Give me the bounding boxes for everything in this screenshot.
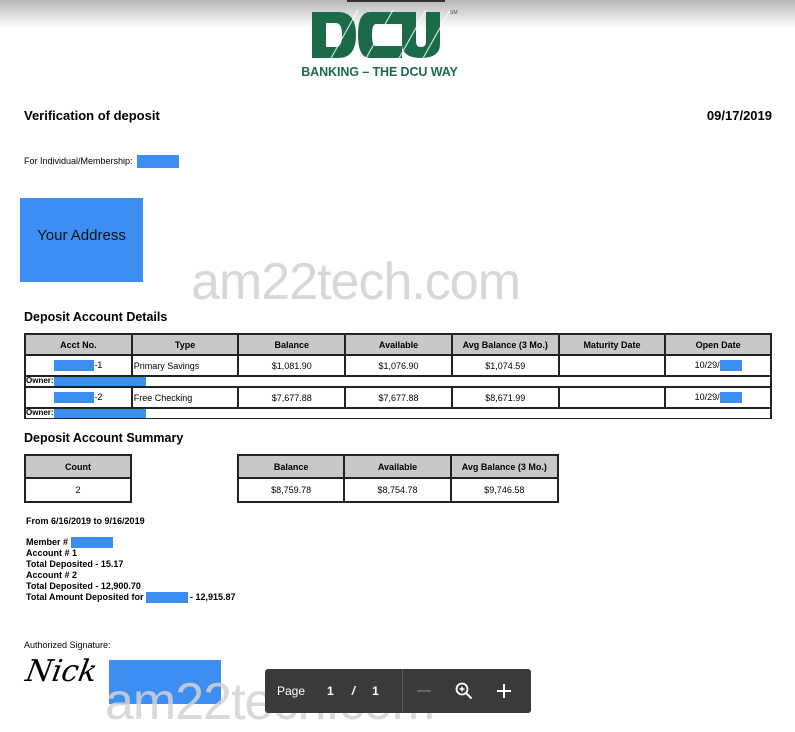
col-balance: Balance <box>236 454 346 479</box>
col-open-date: Open Date <box>664 333 772 356</box>
total-balance-cell: $8,759.78 <box>236 477 346 503</box>
table-row: -1 Primary Savings $1,081.90 $1,076.90 $… <box>24 354 772 377</box>
plus-icon <box>496 684 511 698</box>
col-count: Count <box>24 454 132 479</box>
period-line: From 6/16/2019 to 9/16/2019 <box>26 516 145 526</box>
open-date-cell: 10/29/ <box>664 386 772 409</box>
open-date-partial: 10/29/ <box>694 359 720 370</box>
owner-row: Owner: <box>24 375 772 388</box>
total-avg-balance-cell: $9,746.58 <box>449 477 560 503</box>
redacted-signature <box>109 660 221 704</box>
maturity-cell <box>557 386 667 409</box>
col-avg-balance: Avg Balance (3 Mo.) <box>449 454 560 479</box>
magnifier-plus-icon <box>455 682 472 700</box>
col-maturity-date: Maturity Date <box>557 333 667 356</box>
deposit-summary-text: From 6/16/2019 to 9/16/2019 Member # Acc… <box>26 516 236 604</box>
minus-icon <box>416 690 431 692</box>
signature-label: Authorized Signature: <box>24 640 111 650</box>
grand-total-line: Total Amount Deposited for - 12,915.87 <box>26 592 236 604</box>
available-cell: $7,677.88 <box>344 386 453 409</box>
acct-no-cell: -1 <box>24 354 133 377</box>
current-page-input[interactable]: 1 <box>327 684 334 698</box>
redacted-owner <box>53 409 146 418</box>
col-balance: Balance <box>237 333 347 356</box>
redacted-name <box>145 592 188 604</box>
document-title: Verification of deposit <box>24 108 160 123</box>
summary-values-table: Balance Available Avg Balance (3 Mo.) $8… <box>236 454 560 503</box>
zoom-out-button[interactable] <box>404 669 444 713</box>
account2-line: Account # 2 <box>26 570 78 581</box>
membership-label: For Individual/Membership: <box>24 155 133 166</box>
col-avg-balance: Avg Balance (3 Mo.) <box>450 333 560 356</box>
total2-line: Total Deposited - 12,900.70 <box>26 581 141 592</box>
zoom-in-button[interactable] <box>484 669 524 713</box>
service-mark: SM <box>450 10 458 16</box>
owner-row: Owner: <box>24 407 772 419</box>
total1-line: Total Deposited - 15.17 <box>26 559 124 570</box>
account1-line: Account # 1 <box>26 548 78 559</box>
owner-cell: Owner: <box>24 407 772 419</box>
acct-suffix: -1 <box>94 359 103 370</box>
redacted-acct-no <box>54 392 95 404</box>
type-cell: Free Checking <box>130 386 240 409</box>
redacted-acct-no <box>54 360 95 372</box>
col-available: Available <box>344 333 453 356</box>
col-acct-no: Acct No. <box>24 333 133 356</box>
table-row: -2 Free Checking $7,677.88 $7,677.88 $8,… <box>24 386 772 409</box>
summary-count-table: Count 2 <box>24 454 132 503</box>
watermark: am22tech.com <box>191 253 521 311</box>
redacted-owner <box>53 377 146 386</box>
zoom-fit-button[interactable] <box>444 669 484 713</box>
redacted-year <box>719 392 742 404</box>
maturity-cell <box>557 354 667 377</box>
summary-title: Deposit Account Summary <box>24 431 184 445</box>
dcu-logo-mark <box>312 10 450 60</box>
owner-cell: Owner: <box>24 375 772 388</box>
document-date: 09/17/2019 <box>706 108 772 123</box>
avg-balance-cell: $8,671.99 <box>450 386 560 409</box>
balance-cell: $1,081.90 <box>237 354 347 377</box>
redacted-membership <box>137 155 180 168</box>
address-box: Your Address <box>20 198 143 282</box>
total-available-cell: $8,754.78 <box>343 477 452 503</box>
open-date-cell: 10/29/ <box>664 354 772 377</box>
open-date-partial: 10/29/ <box>694 391 720 402</box>
col-type: Type <box>130 333 240 356</box>
available-cell: $1,076.90 <box>344 354 453 377</box>
pdf-viewer-toolbar: Page 1 / 1 <box>265 669 531 713</box>
type-cell: Primary Savings <box>130 354 240 377</box>
member-label: Member # <box>26 537 69 547</box>
col-available: Available <box>343 454 452 479</box>
table-header-row: Acct No. Type Balance Available Avg Bala… <box>24 333 772 356</box>
owner-label: Owner: <box>26 376 54 385</box>
member-line: Member # <box>26 537 236 549</box>
total-pages: 1 <box>372 684 379 698</box>
owner-label: Owner: <box>26 408 54 417</box>
grand-total-value: - 12,915.87 <box>190 592 236 603</box>
balance-cell: $7,677.88 <box>237 386 347 409</box>
grand-total-label: Total Amount Deposited for <box>26 592 144 603</box>
logo-tagline: BANKING – THE DCU WAY <box>301 65 458 79</box>
membership-line: For Individual/Membership: <box>24 155 180 168</box>
page-label: Page <box>277 684 306 698</box>
address-label: Your Address <box>37 226 126 244</box>
deposit-details-table: Acct No. Type Balance Available Avg Bala… <box>24 333 772 419</box>
details-title: Deposit Account Details <box>24 310 168 324</box>
toolbar-divider <box>401 669 403 713</box>
redacted-member-no <box>70 537 113 549</box>
page-separator: / <box>351 684 356 698</box>
acct-no-cell: -2 <box>24 386 133 409</box>
count-cell: 2 <box>24 477 132 503</box>
redacted-year <box>719 360 742 372</box>
dcu-logo: SM BANKING – THE DCU WAY <box>292 8 467 80</box>
acct-suffix: -2 <box>94 391 103 402</box>
viewer-top-strip <box>347 0 445 2</box>
signature: Nick <box>22 654 100 689</box>
avg-balance-cell: $1,074.59 <box>450 354 560 377</box>
